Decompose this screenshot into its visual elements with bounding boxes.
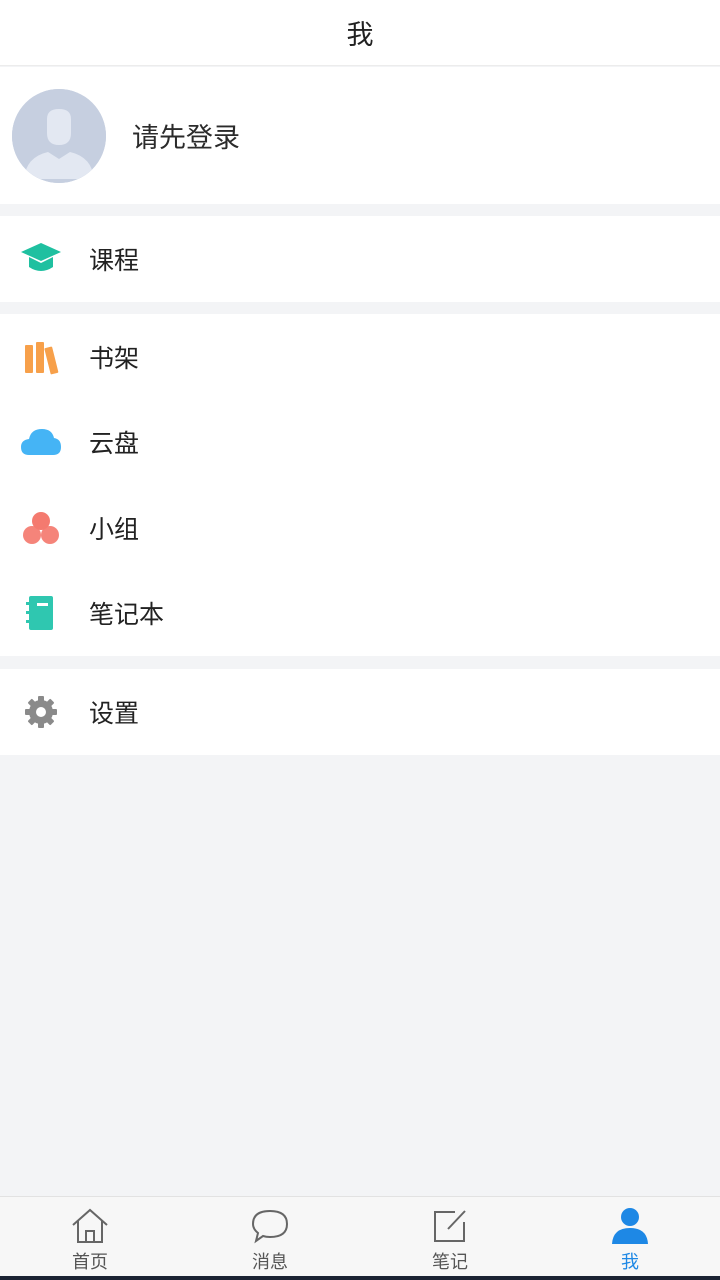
menu-item-notebook[interactable]: 笔记本 bbox=[0, 571, 720, 657]
tab-me[interactable]: 我 bbox=[540, 1197, 720, 1280]
menu-item-cloud-drive[interactable]: 云盘 bbox=[0, 400, 720, 486]
profile-login-row[interactable]: 请先登录 bbox=[0, 67, 720, 204]
top-header: 我 bbox=[0, 0, 720, 66]
menu-item-courses[interactable]: 课程 bbox=[0, 216, 720, 302]
menu-item-label: 云盘 bbox=[89, 429, 140, 459]
menu-item-settings[interactable]: 设置 bbox=[0, 669, 720, 755]
gear-icon bbox=[19, 690, 63, 734]
menu-item-bookshelf[interactable]: 书架 bbox=[0, 314, 720, 400]
avatar[interactable] bbox=[12, 88, 106, 183]
menu-item-label: 课程 bbox=[89, 245, 140, 275]
notebook-icon bbox=[19, 591, 63, 635]
tab-label: 消息 bbox=[252, 1252, 288, 1273]
group-icon bbox=[19, 506, 63, 550]
menu-group-settings: 设置 bbox=[0, 669, 720, 755]
menu-item-label: 设置 bbox=[89, 698, 140, 728]
tab-label: 我 bbox=[621, 1252, 639, 1273]
tab-label: 首页 bbox=[72, 1252, 108, 1273]
menu-item-label: 小组 bbox=[89, 514, 140, 544]
tab-home[interactable]: 首页 bbox=[0, 1197, 180, 1280]
bottom-tab-bar: 首页 消息 笔记 我 bbox=[0, 1196, 720, 1280]
home-icon bbox=[68, 1206, 112, 1246]
default-avatar-icon bbox=[12, 88, 106, 183]
app-root: 我 请先登录 课程 书架 云盘 小组 笔记本 设置 首页 消息 笔记 我 bbox=[0, 0, 720, 1280]
page-title: 我 bbox=[346, 20, 374, 51]
tab-messages[interactable]: 消息 bbox=[180, 1197, 360, 1280]
bookshelf-icon bbox=[19, 335, 63, 379]
system-bottom-edge bbox=[0, 1276, 720, 1280]
menu-group-resources: 书架 云盘 小组 笔记本 bbox=[0, 314, 720, 656]
tab-notes[interactable]: 笔记 bbox=[360, 1197, 540, 1280]
edit-note-icon bbox=[428, 1206, 472, 1246]
chat-bubble-icon bbox=[248, 1206, 292, 1246]
menu-item-groups[interactable]: 小组 bbox=[0, 485, 720, 571]
graduation-cap-icon bbox=[19, 237, 63, 281]
login-prompt[interactable]: 请先登录 bbox=[132, 116, 240, 155]
menu-item-label: 书架 bbox=[89, 343, 140, 373]
menu-item-label: 笔记本 bbox=[89, 600, 165, 630]
user-icon bbox=[608, 1206, 652, 1246]
menu-group-courses: 课程 bbox=[0, 216, 720, 302]
tab-label: 笔记 bbox=[432, 1252, 468, 1273]
cloud-icon bbox=[19, 420, 63, 464]
